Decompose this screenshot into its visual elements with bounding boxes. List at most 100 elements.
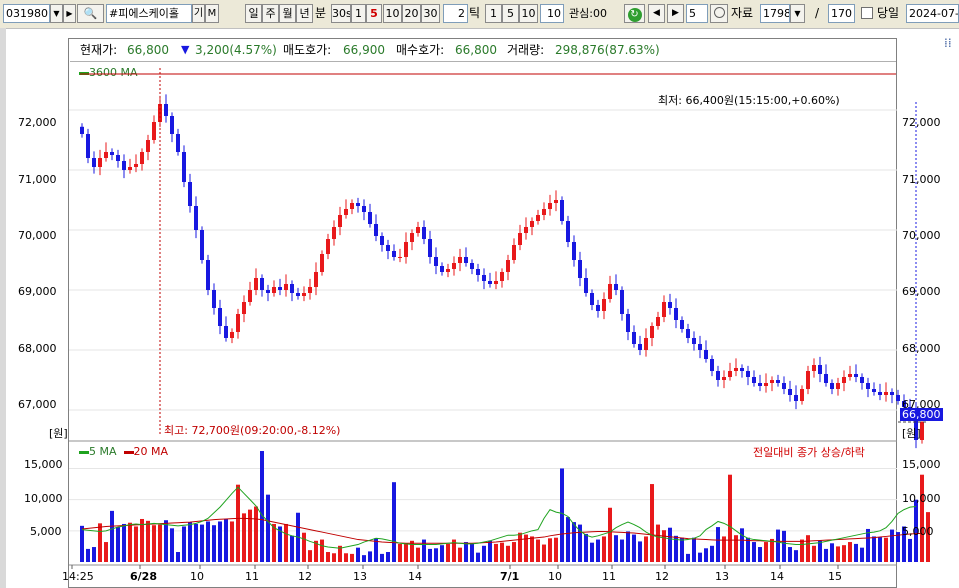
volume-bar <box>542 544 546 562</box>
candle-body <box>554 200 558 203</box>
volume-bar <box>698 552 702 562</box>
candle-body <box>134 164 138 167</box>
volume-bar <box>716 527 720 562</box>
candle-body <box>272 287 276 293</box>
volume-bar <box>530 536 534 562</box>
candle-body <box>536 215 540 221</box>
volume-bar <box>848 542 852 562</box>
volume-bar <box>104 542 108 562</box>
volume-bar <box>332 553 336 562</box>
candle-body <box>326 239 330 254</box>
candle-body <box>770 380 774 383</box>
candle-body <box>668 302 672 308</box>
y-tick-right: 72,000 <box>902 116 941 129</box>
volume-bar <box>98 523 102 562</box>
y-tick-left: 72,000 <box>18 116 57 129</box>
price-unit-label-right: [원] <box>902 427 921 440</box>
x-tick-label: 15 <box>828 570 842 583</box>
volume-bar <box>602 536 606 562</box>
candle-body <box>470 263 474 269</box>
candle-body <box>866 383 870 389</box>
candle-body <box>368 212 372 224</box>
volume-bar <box>434 548 438 562</box>
candle-body <box>230 332 234 338</box>
volume-bar <box>710 545 714 562</box>
candle-body <box>836 383 840 389</box>
candle-body <box>620 290 624 314</box>
candle-body <box>518 233 522 245</box>
candle-body <box>332 227 336 239</box>
x-tick-label: 6/28 <box>130 570 157 583</box>
candle-body <box>446 269 450 272</box>
volume-bar <box>512 542 516 562</box>
volume-bar <box>260 451 264 562</box>
candle-body <box>848 374 852 377</box>
x-tick-label: 11 <box>245 570 259 583</box>
volume-y-tick-left: 10,000 <box>24 492 63 505</box>
x-tick-label: 14 <box>408 570 422 583</box>
candle-body <box>392 251 396 257</box>
candle-body <box>758 383 762 386</box>
volume-bar <box>302 532 306 562</box>
volume-bar <box>488 540 492 562</box>
price-chart <box>69 68 930 569</box>
volume-bar <box>158 524 162 562</box>
volume-bar <box>758 547 762 562</box>
x-tick-label: 7/1 <box>500 570 520 583</box>
volume-bar <box>686 553 690 562</box>
volume-y-tick-right: 10,000 <box>902 492 941 505</box>
volume-y-tick-left: 5,000 <box>30 525 62 538</box>
candle-body <box>452 263 456 269</box>
volume-bar <box>668 527 672 562</box>
candle-body <box>824 374 828 383</box>
volume-bar <box>440 545 444 562</box>
volume-bar <box>818 540 822 562</box>
candle-body <box>596 305 600 311</box>
volume-bar <box>290 535 294 562</box>
candle-body <box>764 383 768 386</box>
candle-body <box>728 371 732 377</box>
candle-body <box>584 278 588 293</box>
volume-bar <box>692 537 696 562</box>
volume-bar <box>812 545 816 562</box>
volume-bar <box>572 522 576 562</box>
volume-bar <box>638 541 642 562</box>
volume-bar <box>362 555 366 562</box>
candle-body <box>740 368 744 371</box>
candle-body <box>428 239 432 257</box>
candle-body <box>248 290 252 302</box>
volume-bar <box>230 521 234 562</box>
x-tick-label: 13 <box>715 570 729 583</box>
volume-bar <box>878 537 882 562</box>
candle-body <box>278 287 282 290</box>
candle-body <box>530 221 534 227</box>
volume-bar <box>116 527 120 562</box>
candle-body <box>650 326 654 338</box>
candle-body <box>116 155 120 161</box>
volume-bar <box>788 547 792 562</box>
volume-bar <box>164 520 168 562</box>
volume-bar <box>482 545 486 562</box>
candle-body <box>314 272 318 287</box>
volume-bar <box>770 538 774 562</box>
volume-bar <box>404 543 408 562</box>
candle-body <box>854 374 858 377</box>
candle-body <box>410 233 414 242</box>
candle-body <box>572 242 576 260</box>
volume-bar <box>614 535 618 562</box>
candle-body <box>104 152 108 158</box>
volume-bar <box>212 525 216 562</box>
candle-body <box>818 365 822 374</box>
volume-bar <box>752 542 756 562</box>
candle-body <box>590 293 594 305</box>
volume-bar <box>140 518 144 562</box>
volume-bar <box>92 547 96 562</box>
volume-bar <box>386 552 390 562</box>
volume-bar <box>872 536 876 562</box>
candle-body <box>140 152 144 164</box>
candle-body <box>374 224 378 236</box>
candle-body <box>752 377 756 383</box>
volume-bar <box>128 522 132 562</box>
candle-body <box>578 260 582 278</box>
candle-body <box>812 365 816 371</box>
